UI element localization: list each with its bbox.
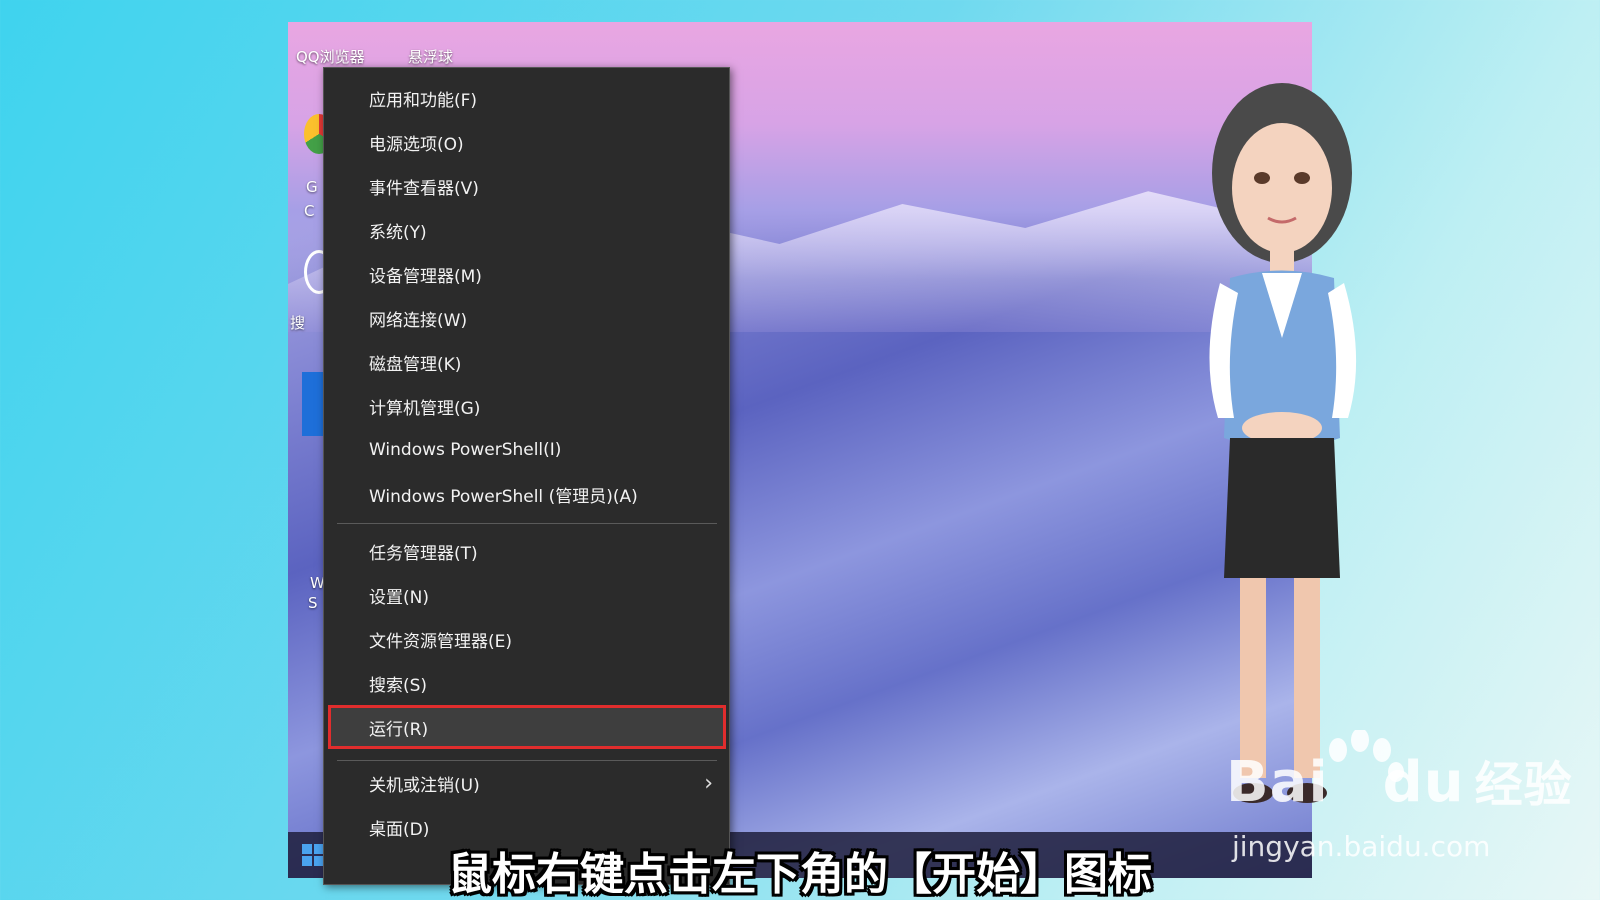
menu-item-file-explorer[interactable]: 文件资源管理器(E) bbox=[324, 617, 729, 661]
menu-item-label: 磁盘管理(K) bbox=[369, 354, 462, 375]
menu-separator bbox=[337, 523, 717, 524]
video-subtitle: 鼠标右键点击左下角的【开始】图标 bbox=[448, 849, 1152, 900]
menu-item-computer-management[interactable]: 计算机管理(G) bbox=[324, 384, 729, 428]
chevron-right-icon: › bbox=[704, 770, 713, 796]
watermark-text: 经验 bbox=[1474, 757, 1573, 813]
menu-item-event-viewer[interactable]: 事件查看器(V) bbox=[324, 164, 729, 208]
menu-item-label: 关机或注销(U) bbox=[369, 775, 480, 796]
desktop-icon-label: S bbox=[308, 594, 318, 612]
start-context-menu: 应用和功能(F) 电源选项(O) 事件查看器(V) 系统(Y) 设备管理器(M)… bbox=[323, 67, 730, 885]
desktop-icon-label: G bbox=[306, 178, 318, 196]
menu-item-device-manager[interactable]: 设备管理器(M) bbox=[324, 252, 729, 296]
menu-item-label: 计算机管理(G) bbox=[369, 398, 481, 419]
desktop-icon-label: 悬浮球 bbox=[408, 48, 454, 66]
menu-item-shutdown-signout[interactable]: 关机或注销(U) › bbox=[324, 761, 729, 805]
desktop-icon-float-ball[interactable]: 悬浮球 bbox=[408, 46, 453, 67]
menu-item-powershell[interactable]: Windows PowerShell(I) bbox=[324, 428, 729, 472]
menu-item-label: 设置(N) bbox=[369, 587, 429, 608]
menu-item-label: 文件资源管理器(E) bbox=[369, 631, 513, 652]
menu-item-system[interactable]: 系统(Y) bbox=[324, 208, 729, 252]
menu-item-label: 任务管理器(T) bbox=[369, 543, 478, 564]
menu-item-label: 系统(Y) bbox=[369, 222, 427, 243]
menu-item-power-options[interactable]: 电源选项(O) bbox=[324, 120, 729, 164]
desktop-icon-label: 搜 bbox=[290, 314, 306, 332]
assistant-avatar bbox=[1209, 83, 1357, 803]
watermark-text: Bai bbox=[1226, 750, 1329, 815]
menu-item-label: 设备管理器(M) bbox=[369, 266, 482, 287]
desktop-icon-label: C bbox=[304, 202, 315, 220]
menu-item-search[interactable]: 搜索(S) bbox=[324, 661, 729, 705]
menu-item-settings[interactable]: 设置(N) bbox=[324, 573, 729, 617]
menu-item-powershell-admin[interactable]: Windows PowerShell (管理员)(A) bbox=[324, 472, 729, 516]
menu-item-label: Windows PowerShell(I) bbox=[369, 440, 562, 460]
menu-item-label: 应用和功能(F) bbox=[369, 90, 478, 111]
menu-item-label: Windows PowerShell (管理员)(A) bbox=[369, 486, 638, 507]
menu-item-task-manager[interactable]: 任务管理器(T) bbox=[324, 529, 729, 573]
menu-item-label: 运行(R) bbox=[369, 719, 429, 740]
desktop-icon-label: QQ浏览器 bbox=[296, 48, 365, 66]
menu-item-network-connections[interactable]: 网络连接(W) bbox=[324, 296, 729, 340]
watermark-text: du bbox=[1382, 750, 1465, 815]
menu-item-run[interactable]: 运行(R) bbox=[328, 705, 726, 749]
baidu-watermark-logo: Bai du 经验 bbox=[1226, 745, 1573, 815]
menu-item-disk-management[interactable]: 磁盘管理(K) bbox=[324, 340, 729, 384]
menu-item-label: 电源选项(O) bbox=[369, 134, 464, 155]
desktop-icon-qq-browser[interactable]: QQ浏览器 bbox=[296, 46, 365, 67]
menu-item-apps-features[interactable]: 应用和功能(F) bbox=[324, 76, 729, 120]
menu-item-label: 网络连接(W) bbox=[369, 310, 468, 331]
menu-item-label: 桌面(D) bbox=[369, 819, 430, 840]
menu-item-label: 搜索(S) bbox=[369, 675, 428, 696]
menu-item-label: 事件查看器(V) bbox=[369, 178, 479, 199]
